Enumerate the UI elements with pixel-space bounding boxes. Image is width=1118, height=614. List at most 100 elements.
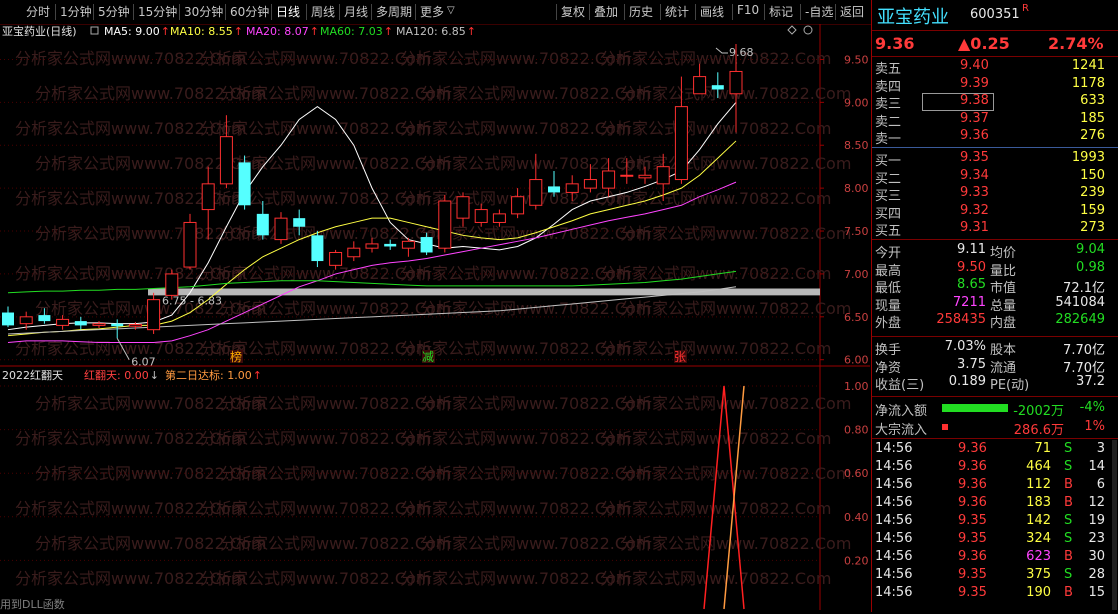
ma-settings-icon[interactable]	[90, 26, 99, 35]
bid-label-3: 买四	[875, 206, 902, 222]
watermark-text: 分析家公式网www.70822.Com	[200, 119, 431, 138]
tick-count: 14	[1088, 459, 1105, 474]
watermark-text: 分析家公式网www.70822.Com	[200, 189, 431, 208]
margin-flag: R	[1022, 3, 1029, 14]
toolbar-separator	[225, 4, 226, 20]
event-marker[interactable]: 减	[422, 350, 434, 364]
ma-legend-3: MA60: 7.03	[320, 25, 383, 38]
tick-count: 30	[1088, 549, 1105, 564]
toolbar-button-5[interactable]: F10	[737, 3, 759, 17]
flow-pct-0: -4%	[1079, 400, 1105, 415]
divider	[872, 438, 1118, 439]
toolbar-separator	[306, 4, 307, 20]
scrollbar[interactable]	[1112, 440, 1117, 610]
toolbar-button-7[interactable]: -自选	[805, 3, 833, 20]
tick-count: 19	[1088, 513, 1105, 528]
toolbar-button-0[interactable]: 复权	[561, 3, 585, 20]
stat-label: 总量	[990, 298, 1017, 314]
y-tick-label: 6.50	[844, 311, 869, 324]
period-tab-10[interactable]: 更多	[420, 3, 444, 20]
candle	[183, 213, 197, 270]
tick-price: 9.35	[958, 585, 987, 600]
tick-side: S	[1064, 531, 1073, 546]
period-tab-3[interactable]: 15分钟	[138, 3, 177, 20]
toolbar-button-4[interactable]: 画线	[700, 3, 724, 20]
period-tab-1[interactable]: 1分钟	[60, 3, 92, 20]
current-price: 9.36	[875, 34, 915, 53]
period-tab-2[interactable]: 5分钟	[98, 3, 130, 20]
period-tab-8[interactable]: 月线	[344, 3, 368, 20]
event-marker[interactable]: 榜	[230, 349, 242, 364]
divider	[872, 336, 1118, 337]
watermark-text: 分析家公式网www.70822.Com	[400, 264, 631, 283]
period-tab-9[interactable]: 多周期	[376, 3, 412, 20]
tick-price: 9.35	[958, 513, 987, 528]
toolbar-button-2[interactable]: 历史	[629, 3, 653, 20]
bid-label-1: 买二	[875, 171, 902, 187]
toolbar-button-6[interactable]: 标记	[769, 3, 793, 20]
sub-y-tick-label: 0.20	[844, 554, 869, 567]
sub-y-tick-label: 0.80	[844, 424, 869, 437]
bid-price-2: 9.33	[960, 185, 989, 200]
stat-label: 最高	[875, 263, 902, 279]
period-tab-0[interactable]: 分时	[26, 3, 50, 20]
diamond-icon[interactable]	[787, 25, 797, 35]
ask-vol-2: 633	[1080, 93, 1105, 108]
period-tab-7[interactable]: 周线	[311, 3, 335, 20]
ask-vol-3: 185	[1080, 110, 1105, 126]
tick-volume: 190	[1026, 585, 1051, 600]
candle	[693, 63, 707, 95]
footer-note: 用到DLL函数	[0, 598, 65, 610]
bid-vol-2: 239	[1080, 185, 1105, 200]
stat-value: 9.50	[957, 259, 986, 275]
stat-label: 现量	[875, 298, 902, 314]
watermark-text: 分析家公式网www.70822.Com	[600, 429, 831, 448]
tick-volume: 623	[1026, 549, 1051, 564]
watermark-text: 分析家公式网www.70822.Com	[400, 119, 631, 138]
kline-chart-svg[interactable]: 分析家公式网www.70822.Com分析家公式网www.70822.Com分析…	[0, 24, 870, 611]
tick-price: 9.36	[958, 477, 987, 492]
toolbar-button-8[interactable]: 返回	[840, 3, 864, 20]
tick-volume: 324	[1026, 531, 1051, 546]
tick-side: S	[1064, 513, 1073, 528]
y-tick-label: 7.00	[844, 268, 869, 281]
ask-label-3: 卖二	[875, 114, 902, 130]
watermark-text: 分析家公式网www.70822.Com	[620, 224, 851, 243]
period-tab-4[interactable]: 30分钟	[184, 3, 223, 20]
toolbar-separator	[179, 4, 180, 20]
more-arrow-icon[interactable]: ▽	[447, 5, 455, 16]
ask-price-4: 9.36	[960, 128, 989, 143]
ma-legend-2: MA20: 8.07	[246, 25, 309, 38]
tick-side: S	[1064, 567, 1073, 582]
candle	[347, 241, 361, 262]
toolbar-button-1[interactable]: 叠加	[594, 3, 618, 20]
y-tick-label: 7.50	[844, 225, 869, 238]
period-tab-6[interactable]: 日线	[276, 3, 300, 20]
toolbar-separator	[371, 4, 372, 20]
period-tab-5[interactable]: 60分钟	[230, 3, 269, 20]
stat-label: 市值	[990, 281, 1017, 296]
ask-vol-1: 1178	[1071, 75, 1105, 91]
selected-cell-box[interactable]	[922, 93, 994, 111]
sub-legend-1: 第二日达标: 1.00	[165, 368, 252, 382]
tick-time: 14:56	[875, 459, 913, 474]
tick-volume: 375	[1026, 567, 1051, 582]
event-marker[interactable]: 张	[674, 350, 686, 364]
bid-label-4: 买五	[875, 224, 902, 239]
bid-vol-1: 150	[1080, 167, 1105, 183]
divider	[872, 56, 1118, 57]
bid-price-4: 9.31	[960, 220, 989, 235]
ask-label-0: 卖五	[875, 62, 902, 77]
candle	[74, 316, 87, 330]
sub-legend-arrow: ↓	[150, 369, 159, 382]
toolbar-separator	[589, 4, 590, 20]
divider	[872, 239, 1118, 240]
kline-chart-area[interactable]: 分析家公式网www.70822.Com 分析家公式网www.70822.Com 分析…	[0, 24, 870, 611]
flow-bar	[942, 404, 1008, 412]
stat-label: 内盘	[990, 316, 1017, 331]
toolbar-button-3[interactable]: 统计	[665, 3, 689, 20]
circle-icon[interactable]	[803, 25, 813, 35]
y-tick-label: 9.00	[844, 96, 869, 109]
flow-value-1: 286.6万	[1013, 423, 1064, 438]
stat-value: 541084	[1055, 294, 1105, 310]
